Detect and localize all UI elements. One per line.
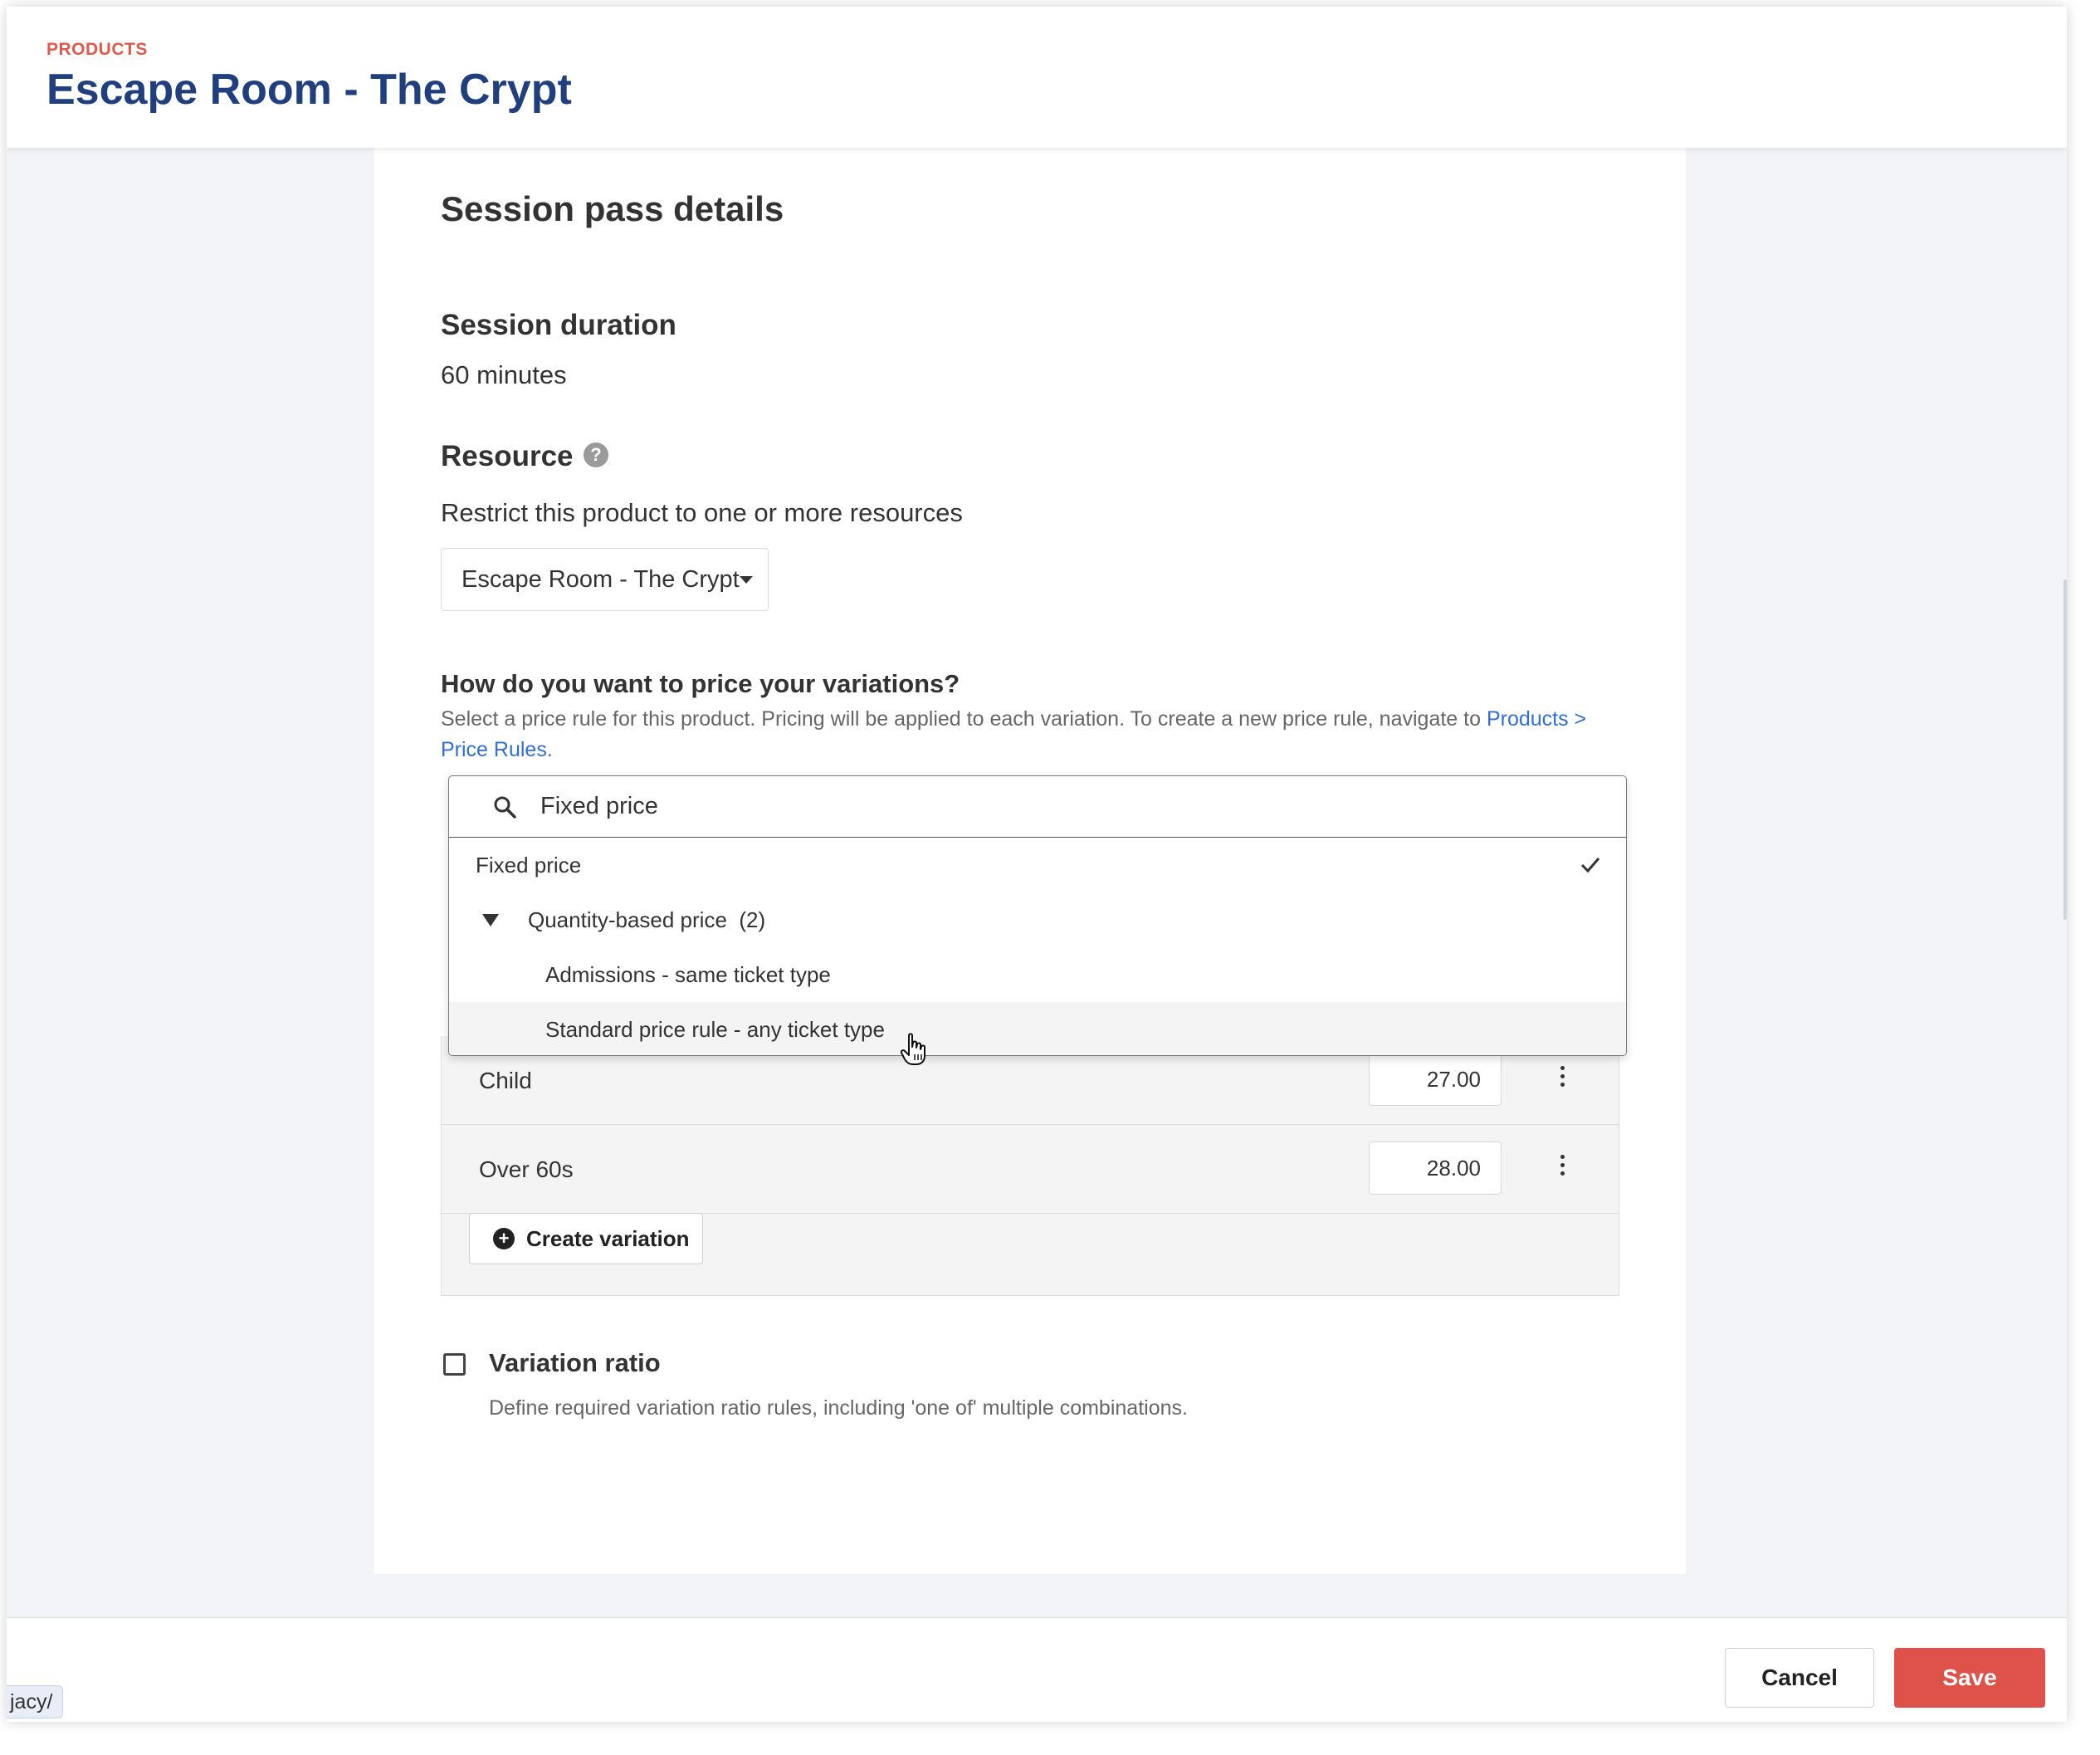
footer-bar: Cancel Save [7, 1617, 2067, 1722]
variation-name: Over 60s [479, 1156, 574, 1182]
option-standard-price-rule[interactable]: Standard price rule - any ticket type [449, 1002, 1626, 1055]
variations-panel: Child 27.00 Over 60s 28.00 + Create vari… [441, 1036, 1619, 1296]
app-window: PRODUCTS Escape Room - The Crypt Session… [7, 7, 2067, 1722]
option-group-count: (2) [739, 907, 766, 932]
page-title: Escape Room - The Crypt [46, 66, 572, 114]
session-duration-label: Session duration [441, 309, 676, 341]
option-group-quantity-based[interactable]: Quantity-based price (2) [449, 892, 1626, 947]
breadcrumb[interactable]: PRODUCTS [46, 40, 148, 60]
pricing-description-text: Select a price rule for this product. Pr… [441, 707, 1487, 731]
variation-price-input[interactable]: 27.00 [1369, 1053, 1502, 1106]
more-options-icon[interactable] [1558, 1066, 1566, 1093]
price-rule-dropdown: Fixed price Fixed price Quantity-based p… [448, 775, 1627, 1056]
option-admissions[interactable]: Admissions - same ticket type [449, 947, 1626, 1002]
option-label: Admissions - same ticket type [545, 962, 831, 987]
variation-ratio-description: Define required variation ratio rules, i… [489, 1396, 1188, 1420]
plus-circle-icon: + [493, 1228, 515, 1249]
option-group-label: Quantity-based price (2) [528, 907, 766, 932]
variation-ratio-label: Variation ratio [489, 1348, 661, 1377]
create-variation-button[interactable]: + Create variation [469, 1213, 703, 1264]
variation-row: Over 60s 28.00 [442, 1125, 1619, 1214]
variation-name: Child [479, 1068, 532, 1093]
more-options-icon[interactable] [1558, 1155, 1566, 1181]
variation-price-input[interactable]: 28.00 [1369, 1141, 1502, 1195]
save-button[interactable]: Save [1894, 1648, 2045, 1708]
status-url-tooltip: jacy/ [7, 1685, 64, 1718]
help-icon[interactable]: ? [584, 442, 608, 467]
option-label: Fixed price [476, 853, 582, 878]
expand-triangle-icon[interactable] [482, 914, 499, 926]
page-header: PRODUCTS Escape Room - The Crypt [7, 7, 2067, 148]
resource-description: Restrict this product to one or more res… [441, 498, 963, 527]
session-duration-value: 60 minutes [441, 360, 567, 389]
cancel-button[interactable]: Cancel [1725, 1648, 1874, 1708]
pricing-question: How do you want to price your variations… [441, 669, 960, 698]
resource-select-value: Escape Room - The Crypt [462, 565, 740, 593]
resource-label: Resource [441, 440, 574, 472]
variation-ratio-checkbox[interactable] [443, 1353, 466, 1376]
create-variation-label: Create variation [526, 1225, 690, 1251]
resource-select[interactable]: Escape Room - The Crypt [441, 548, 769, 611]
pricing-description: Select a price rule for this product. Pr… [441, 704, 1636, 765]
price-rule-search[interactable]: Fixed price [449, 776, 1626, 838]
caret-down-icon [740, 576, 753, 584]
scrollbar[interactable] [2063, 579, 2067, 920]
section-title: Session pass details [441, 189, 784, 228]
option-label: Standard price rule - any ticket type [545, 1017, 885, 1042]
search-input-value[interactable]: Fixed price [540, 793, 658, 820]
search-icon [494, 796, 516, 819]
option-fixed-price[interactable]: Fixed price [449, 838, 1626, 892]
checkmark-icon [1580, 858, 1600, 873]
hand-cursor-icon [900, 1033, 925, 1065]
